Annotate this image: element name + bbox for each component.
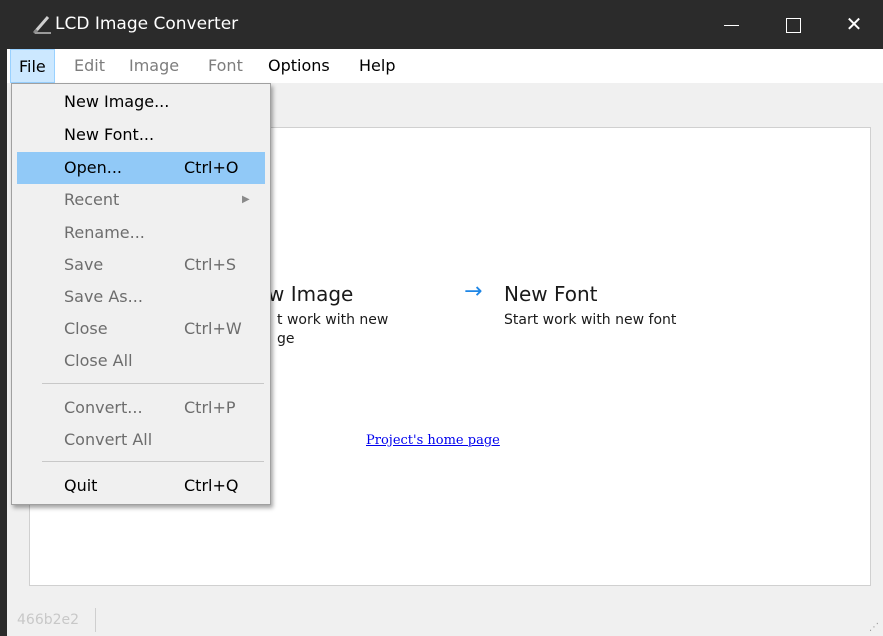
menu-item-save[interactable]: Save Ctrl+S: [17, 249, 265, 281]
lcd-converter-app-icon: [31, 12, 53, 36]
menu-item-shortcut: Ctrl+S: [184, 255, 237, 274]
window-left-edge: [0, 0, 7, 636]
submenu-arrow-icon: ▶: [242, 194, 250, 205]
menu-item-close-all[interactable]: Close All: [17, 345, 265, 377]
menu-bar: File Edit Image Font Options Help: [7, 49, 883, 83]
menu-file[interactable]: File: [10, 49, 55, 83]
new-image-description-2: ge: [277, 331, 295, 347]
file-menu-dropdown: New Image... New Font... Open... Ctrl+O …: [11, 83, 271, 505]
maximize-icon: [785, 18, 801, 33]
menu-item-convert-all[interactable]: Convert All: [17, 424, 265, 456]
menu-item-shortcut: Ctrl+W: [184, 319, 242, 338]
menu-item-label: Save: [64, 255, 104, 274]
title-bar[interactable]: LCD Image Converter ✕: [7, 0, 883, 49]
menu-item-label: Save As...: [64, 287, 143, 306]
menu-item-convert[interactable]: Convert... Ctrl+P: [17, 392, 265, 424]
new-font-link-title[interactable]: New Font: [504, 282, 598, 306]
menu-item-shortcut: Ctrl+Q: [184, 476, 239, 495]
menu-item-shortcut: Ctrl+P: [184, 398, 236, 417]
main-window: LCD Image Converter ✕ File Edit Image Fo…: [0, 0, 883, 636]
menu-item-recent[interactable]: Recent ▶: [17, 184, 265, 216]
arrow-right-icon: →: [464, 279, 483, 304]
menu-help[interactable]: Help: [351, 49, 403, 83]
menu-item-quit[interactable]: Quit Ctrl+Q: [17, 470, 265, 502]
menu-item-rename[interactable]: Rename...: [17, 217, 265, 249]
menu-item-label: Rename...: [64, 223, 145, 242]
menu-item-label: Close: [64, 319, 108, 338]
menu-item-label: Convert All: [64, 430, 153, 449]
status-separator: [95, 608, 96, 632]
menu-item-label: Close All: [64, 351, 133, 370]
menu-item-close[interactable]: Close Ctrl+W: [17, 313, 265, 345]
menu-item-label: New Image...: [64, 92, 170, 111]
menu-item-label: Open...: [64, 158, 122, 177]
menu-item-open[interactable]: Open... Ctrl+O: [17, 152, 265, 184]
new-font-description: Start work with new font: [504, 312, 677, 328]
status-version-text: 466b2e2: [17, 612, 80, 628]
minimize-icon: [723, 25, 739, 26]
menu-font[interactable]: Font: [200, 49, 251, 83]
close-icon: ✕: [845, 12, 863, 36]
close-button[interactable]: ✕: [825, 0, 883, 49]
menu-item-shortcut: Ctrl+O: [184, 158, 239, 177]
menu-item-label: Recent: [64, 190, 120, 209]
status-bar: 466b2e2 ⋰: [7, 603, 883, 636]
menu-item-label: New Font...: [64, 125, 155, 144]
project-home-page-link[interactable]: Project's home page: [366, 433, 500, 448]
menu-item-new-font[interactable]: New Font...: [17, 119, 265, 151]
menu-image[interactable]: Image: [121, 49, 187, 83]
menu-item-new-image[interactable]: New Image...: [17, 86, 265, 118]
menu-edit[interactable]: Edit: [66, 49, 113, 83]
maximize-button[interactable]: [764, 0, 822, 49]
menu-separator: [42, 461, 264, 462]
window-title: LCD Image Converter: [55, 14, 239, 34]
new-image-link-title[interactable]: w Image: [268, 282, 353, 306]
new-image-description: t work with new: [277, 312, 389, 328]
menu-item-label: Convert...: [64, 398, 143, 417]
minimize-button[interactable]: [702, 0, 760, 49]
menu-item-save-as[interactable]: Save As...: [17, 281, 265, 313]
menu-options[interactable]: Options: [260, 49, 338, 83]
resize-grip-icon[interactable]: ⋰: [869, 622, 879, 633]
menu-item-label: Quit: [64, 476, 98, 495]
menu-separator: [42, 383, 264, 384]
